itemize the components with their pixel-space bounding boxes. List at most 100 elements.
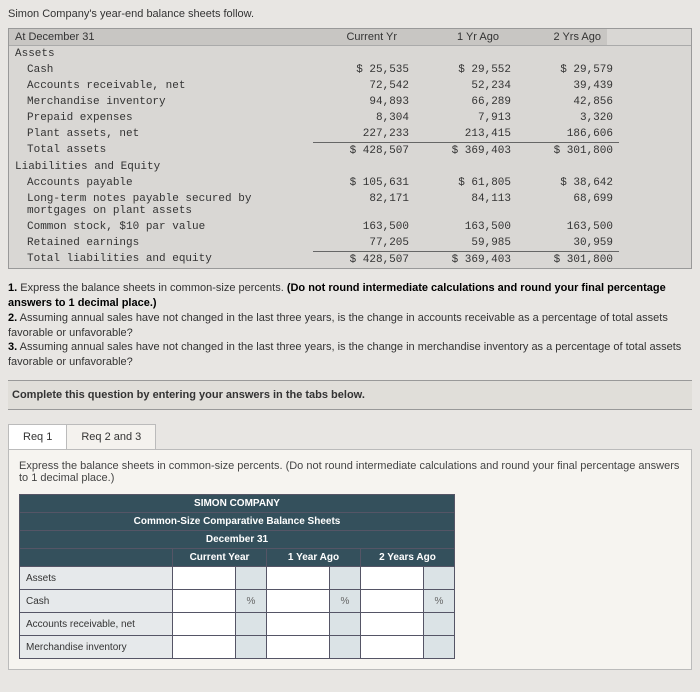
row-cash-v2: $ 29,579 <box>517 62 619 78</box>
pct-label <box>236 613 267 636</box>
pct-label <box>330 636 361 659</box>
input-cell[interactable] <box>173 613 236 636</box>
balance-sheet-table: At December 31 Current Yr 1 Yr Ago 2 Yrs… <box>8 28 692 269</box>
row-ltn-v2: 68,699 <box>517 191 619 219</box>
pct-label <box>330 567 361 590</box>
row-ap-v0: $ 105,631 <box>313 175 415 191</box>
ans-row-ar: Accounts receivable, net <box>20 613 173 636</box>
tab-content: Express the balance sheets in common-siz… <box>8 449 692 670</box>
q1-num: 1. <box>8 282 17 294</box>
tab-req1[interactable]: Req 1 <box>8 424 66 449</box>
row-ar-v2: 39,439 <box>517 78 619 94</box>
row-ar-v1: 52,234 <box>415 78 517 94</box>
q2-num: 2. <box>8 312 17 324</box>
row-tle-v2: $ 301,800 <box>517 251 619 268</box>
col-2yr: 2 Yrs Ago <box>505 29 607 45</box>
pct-label <box>236 567 267 590</box>
input-cell[interactable] <box>173 590 236 613</box>
row-re-label: Retained earnings <box>9 235 313 251</box>
pct-label <box>330 613 361 636</box>
pct-label <box>424 613 455 636</box>
answer-table: SIMON COMPANY Common-Size Comparative Ba… <box>19 494 455 659</box>
row-common-label: Common stock, $10 par value <box>9 219 313 235</box>
pct-label <box>236 636 267 659</box>
row-ta-v1: $ 369,403 <box>415 142 517 159</box>
col-current: Current Yr <box>301 29 403 45</box>
col-1yr: 1 Yr Ago <box>403 29 505 45</box>
ans-row-cash: Cash <box>20 590 173 613</box>
input-cell[interactable] <box>267 567 330 590</box>
pct-label <box>424 567 455 590</box>
row-ta-label: Total assets <box>9 142 313 159</box>
row-common-v2: 163,500 <box>517 219 619 235</box>
ans-row-assets: Assets <box>20 567 173 590</box>
tab-req2and3[interactable]: Req 2 and 3 <box>66 424 156 449</box>
row-ltn-v0: 82,171 <box>313 191 415 219</box>
row-tle-v0: $ 428,507 <box>313 251 415 268</box>
input-cell[interactable] <box>361 567 424 590</box>
row-common-v1: 163,500 <box>415 219 517 235</box>
complete-instruction: Complete this question by entering your … <box>8 380 692 410</box>
row-cash-v0: $ 25,535 <box>313 62 415 78</box>
q2-text: Assuming annual sales have not changed i… <box>8 312 668 339</box>
row-ar-v0: 72,542 <box>313 78 415 94</box>
assets-header: Assets <box>9 46 301 62</box>
row-ap-label: Accounts payable <box>9 175 313 191</box>
row-common-v0: 163,500 <box>313 219 415 235</box>
input-cell[interactable] <box>361 613 424 636</box>
row-tle-v1: $ 369,403 <box>415 251 517 268</box>
row-ar-label: Accounts receivable, net <box>9 78 313 94</box>
row-prepaid-v1: 7,913 <box>415 110 517 126</box>
liab-header: Liabilities and Equity <box>9 159 301 175</box>
ans-col-current: Current Year <box>173 549 267 567</box>
ans-date: December 31 <box>20 531 455 549</box>
row-ap-v1: $ 61,805 <box>415 175 517 191</box>
row-prepaid-label: Prepaid expenses <box>9 110 313 126</box>
row-ltn-label: Long-term notes payable secured by mortg… <box>9 191 313 219</box>
input-cell[interactable] <box>361 636 424 659</box>
row-prepaid-v2: 3,320 <box>517 110 619 126</box>
row-merch-label: Merchandise inventory <box>9 94 313 110</box>
row-cash-v1: $ 29,552 <box>415 62 517 78</box>
page-title: Simon Company's year-end balance sheets … <box>8 8 692 20</box>
row-merch-v0: 94,893 <box>313 94 415 110</box>
input-cell[interactable] <box>267 590 330 613</box>
row-tle-label: Total liabilities and equity <box>9 251 313 268</box>
row-re-v2: 30,959 <box>517 235 619 251</box>
row-plant-v0: 227,233 <box>313 126 415 142</box>
ans-subtitle: Common-Size Comparative Balance Sheets <box>20 513 455 531</box>
input-cell[interactable] <box>267 613 330 636</box>
input-cell[interactable] <box>173 567 236 590</box>
row-plant-v2: 186,606 <box>517 126 619 142</box>
row-ltn-v1: 84,113 <box>415 191 517 219</box>
ans-company: SIMON COMPANY <box>20 495 455 513</box>
row-ta-v0: $ 428,507 <box>313 142 415 159</box>
row-re-v1: 59,985 <box>415 235 517 251</box>
pct-label: % <box>330 590 361 613</box>
date-label: At December 31 <box>9 29 301 45</box>
pct-label <box>424 636 455 659</box>
row-merch-v2: 42,856 <box>517 94 619 110</box>
tab-instruction: Express the balance sheets in common-siz… <box>19 460 681 484</box>
row-ta-v2: $ 301,800 <box>517 142 619 159</box>
pct-label: % <box>424 590 455 613</box>
input-cell[interactable] <box>361 590 424 613</box>
row-prepaid-v0: 8,304 <box>313 110 415 126</box>
tab-bar: Req 1 Req 2 and 3 <box>8 424 692 449</box>
input-cell[interactable] <box>173 636 236 659</box>
q1-text: Express the balance sheets in common-siz… <box>17 282 287 294</box>
ans-row-merch: Merchandise inventory <box>20 636 173 659</box>
q3-text: Assuming annual sales have not changed i… <box>8 341 681 368</box>
row-plant-label: Plant assets, net <box>9 126 313 142</box>
row-plant-v1: 213,415 <box>415 126 517 142</box>
row-re-v0: 77,205 <box>313 235 415 251</box>
row-cash-label: Cash <box>9 62 313 78</box>
ans-col-2yr: 2 Years Ago <box>361 549 455 567</box>
ans-col-1yr: 1 Year Ago <box>267 549 361 567</box>
row-ap-v2: $ 38,642 <box>517 175 619 191</box>
input-cell[interactable] <box>267 636 330 659</box>
q3-num: 3. <box>8 341 17 353</box>
pct-label: % <box>236 590 267 613</box>
question-list: 1. Express the balance sheets in common-… <box>8 281 692 370</box>
row-merch-v1: 66,289 <box>415 94 517 110</box>
